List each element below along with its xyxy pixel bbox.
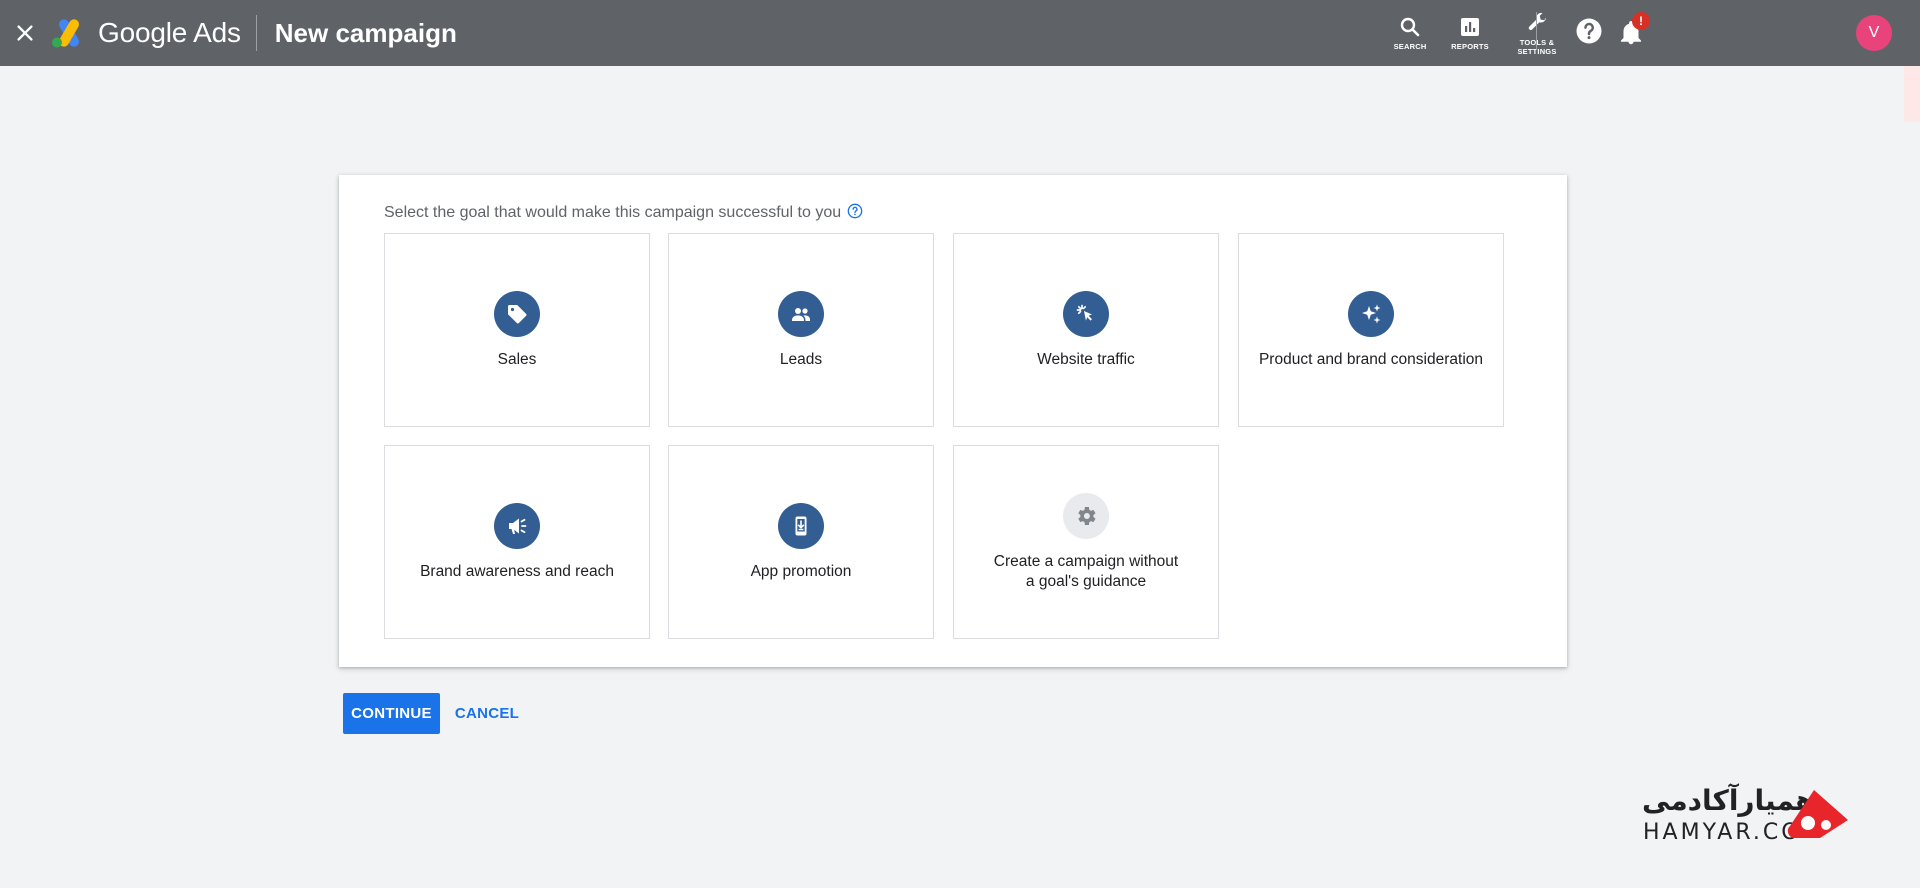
people-icon (792, 307, 810, 321)
goal-label: Create a campaign without a goal's guida… (993, 552, 1179, 590)
bar-chart-icon (1461, 18, 1479, 36)
phone-download-icon (795, 516, 807, 535)
tile-icon-wrap (778, 290, 824, 337)
goal-label: Leads (779, 350, 823, 368)
goal-tile-product-brand-consideration[interactable]: Product and brand consideration (1238, 233, 1504, 427)
account-avatar[interactable]: V (1856, 15, 1892, 51)
goal-label: App promotion (750, 562, 852, 580)
goal-tile-sales[interactable]: Sales (384, 233, 650, 427)
watermark-logo-icon (1787, 790, 1848, 838)
continue-button[interactable]: CONTINUE (343, 693, 440, 734)
goal-label: Sales (497, 350, 537, 368)
notifications-button[interactable]: ! (1616, 12, 1650, 48)
tile-icon-wrap (1063, 492, 1109, 539)
goal-tile-app-promotion[interactable]: App promotion (668, 445, 934, 639)
gear-icon (1078, 506, 1096, 525)
goal-selection-card: Select the goal that would make this cam… (339, 175, 1567, 667)
search-icon (1400, 17, 1420, 37)
tile-icon-wrap (778, 502, 824, 549)
tile-icon-wrap (1348, 290, 1394, 337)
google-ads-logo[interactable]: Google Ads (50, 17, 241, 49)
search-button[interactable]: SEARCH (1380, 0, 1440, 66)
actions-divider (1536, 12, 1537, 50)
cursor-click-icon (1076, 304, 1092, 321)
goal-tile-website-traffic[interactable]: Website traffic (953, 233, 1219, 427)
page-title: New campaign (274, 17, 457, 48)
close-button[interactable] (0, 0, 50, 66)
goal-label: Product and brand consideration (1258, 350, 1484, 368)
tools-settings-button[interactable]: TOOLS & SETTINGS (1502, 0, 1572, 66)
goal-prompt-text: Select the goal that would make this cam… (384, 204, 842, 221)
wrench-icon (1528, 12, 1546, 30)
tile-icon-wrap (1063, 290, 1109, 337)
megaphone-icon (509, 518, 527, 534)
goal-label: Website traffic (1037, 350, 1135, 368)
google-ads-logo-icon (52, 19, 79, 48)
scrollbar-track[interactable] (1904, 66, 1920, 888)
help-circle-icon[interactable] (847, 203, 863, 219)
help-icon (1576, 18, 1602, 44)
goal-tile-no-goal-guidance[interactable]: Create a campaign without a goal's guida… (953, 445, 1219, 639)
brand-name: Google Ads (98, 17, 241, 48)
notification-badge: ! (1632, 12, 1650, 30)
goal-tile-brand-awareness-reach[interactable]: Brand awareness and reach (384, 445, 650, 639)
tile-icon-wrap (494, 502, 540, 549)
watermark-text-en: HAMYAR.CO (1643, 820, 1802, 845)
tile-icon-wrap (494, 290, 540, 337)
goal-prompt: Select the goal that would make this cam… (384, 203, 863, 222)
tag-icon (508, 304, 527, 323)
reports-label: REPORTS (1451, 42, 1489, 51)
goal-tile-leads[interactable]: Leads (668, 233, 934, 427)
scrollbar-thumb[interactable] (1904, 66, 1920, 122)
close-icon (17, 25, 33, 41)
goal-label: Brand awareness and reach (420, 562, 614, 580)
search-label: SEARCH (1393, 42, 1427, 51)
cancel-button[interactable]: CANCEL (451, 693, 523, 734)
top-app-bar: Google Ads New campaign SEARCH REPORTS T (0, 0, 1920, 66)
header-divider (255, 15, 257, 51)
reports-button[interactable]: REPORTS (1440, 0, 1500, 66)
help-button[interactable] (1574, 16, 1604, 46)
sparkle-icon (1362, 304, 1381, 323)
